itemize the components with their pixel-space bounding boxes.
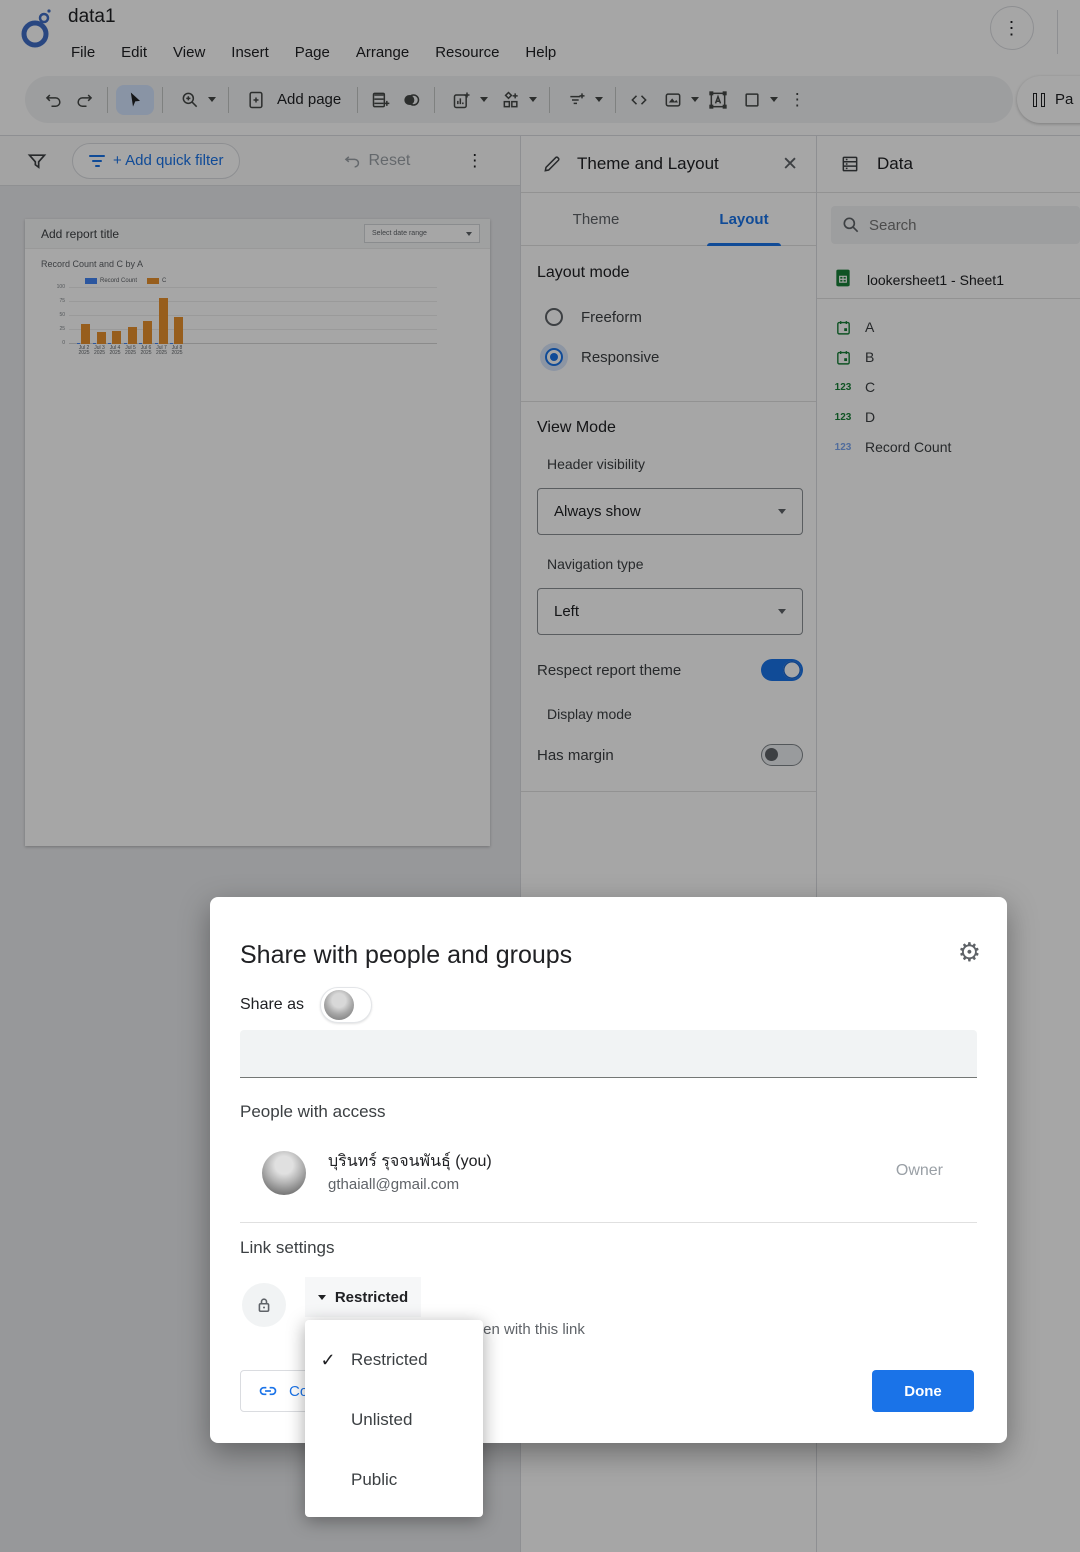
gear-icon[interactable]: ⚙	[958, 937, 981, 968]
dropdown-caret-icon	[318, 1295, 326, 1300]
share-as-label: Share as	[240, 996, 304, 1014]
person-row: บุรินทร์ รุจจนพันธุ์ (you) gthaiall@gmai…	[262, 1149, 977, 1201]
share-dialog-title: Share with people and groups	[240, 941, 572, 970]
share-as-selector[interactable]	[320, 987, 372, 1023]
person-email: gthaiall@gmail.com	[328, 1176, 459, 1193]
looker-studio-app: data1 File Edit View Insert Page Arrange…	[0, 0, 1080, 1552]
menu-item-restricted[interactable]: ✓ Restricted	[305, 1340, 483, 1380]
menu-item-public[interactable]: Public	[305, 1460, 483, 1500]
people-with-access-heading: People with access	[240, 1102, 386, 1122]
menu-item-unlisted[interactable]: Unlisted	[305, 1400, 483, 1440]
avatar	[262, 1151, 306, 1195]
dialog-divider	[240, 1222, 977, 1223]
lock-badge	[242, 1283, 286, 1327]
person-name: บุรินทร์ รุจจนพันธุ์ (you)	[328, 1149, 492, 1174]
done-button[interactable]: Done	[872, 1370, 974, 1412]
link-access-value: Restricted	[335, 1289, 408, 1306]
share-as-row: Share as	[240, 987, 372, 1023]
link-icon	[257, 1376, 279, 1406]
person-role: Owner	[896, 1162, 943, 1180]
check-icon: ✓	[305, 1350, 351, 1371]
link-access-dropdown[interactable]: Restricted	[305, 1277, 421, 1317]
link-access-menu: ✓ Restricted Unlisted Public	[305, 1320, 483, 1517]
add-people-input[interactable]	[240, 1030, 977, 1078]
avatar	[324, 990, 354, 1020]
done-label: Done	[904, 1383, 942, 1400]
lock-icon	[249, 1290, 279, 1320]
link-settings-heading: Link settings	[240, 1238, 335, 1258]
